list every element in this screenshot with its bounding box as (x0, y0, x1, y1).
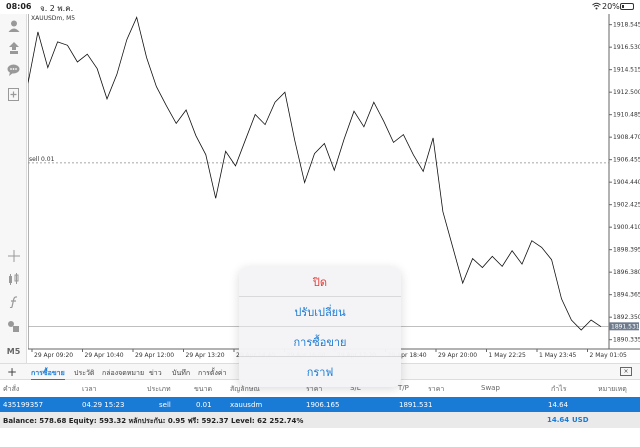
header-order: คำสั่ง (3, 385, 20, 393)
y-tick-label: 1904.440 (613, 179, 640, 186)
tab-settings[interactable]: การตั้งค่า (198, 368, 227, 379)
row-symbol: xauusdm (230, 401, 263, 409)
balance-bar: Balance: 578.68 Equity: 593.32 หลักประกั… (0, 412, 640, 428)
y-tick-label: 1890.335 (613, 337, 640, 344)
tab-trade[interactable]: การซื้อขาย (31, 368, 65, 380)
y-tick-label: 1896.380 (613, 269, 640, 276)
y-tick-label: 1892.350 (613, 314, 640, 321)
y-tick-label: 1918.545 (613, 22, 640, 29)
battery-percent: 20% (602, 2, 620, 11)
x-tick-label: 1 May 22:25 (489, 352, 527, 359)
battery-level-fill (622, 5, 625, 8)
timeframe-button[interactable]: M5 (0, 341, 27, 361)
symbol-label: XAUUSDm, M5 (31, 15, 76, 22)
header-profit: กำไร (551, 385, 567, 393)
trade-icon[interactable] (0, 38, 27, 58)
modify-order-button[interactable]: ปรับเปลี่ยน (239, 297, 401, 327)
row-size: 0.01 (196, 401, 212, 409)
header-time: เวลา (82, 385, 97, 393)
y-tick-label: 1910.485 (613, 112, 640, 119)
row-profit: 14.64 (548, 401, 569, 409)
table-row[interactable]: 435199357 04.29 15:23 sell 0.01 xauusdm … (0, 397, 640, 412)
row-type: sell (159, 401, 171, 409)
current-price-tag: 1891.531 (609, 322, 640, 331)
order-action-menu: ปิด ปรับเปลี่ยน การซื้อขาย กราฟ (239, 267, 401, 387)
y-tick-label: 1916.530 (613, 44, 640, 51)
header-swap: Swap (481, 384, 500, 392)
y-tick-label: 1914.515 (613, 67, 640, 74)
header-comment: หมายเหตุ (598, 385, 627, 393)
add-doc-icon[interactable] (0, 84, 27, 104)
x-tick-label: 2 May 01:05 (590, 352, 628, 359)
new-order-plus-icon[interactable]: + (7, 365, 17, 379)
chart-button[interactable]: กราฟ (239, 357, 401, 387)
status-bar: 08:06 จ. 2 พ.ค. 20% (0, 0, 640, 14)
y-tick-label: 1898.395 (613, 247, 640, 254)
row-open-price: 1906.165 (306, 401, 340, 409)
close-terminal-icon[interactable]: × (620, 367, 632, 376)
tab-history[interactable]: ประวัติ (74, 368, 94, 379)
currency-label: USD (572, 416, 589, 424)
function-icon[interactable] (0, 292, 27, 312)
x-tick-label: 29 Apr 20:00 (438, 352, 477, 359)
y-tick-label: 1912.500 (613, 89, 640, 96)
row-price: 1891.531 (399, 401, 433, 409)
tab-journal[interactable]: บันทึก (172, 368, 190, 379)
status-time: 08:06 (6, 2, 32, 11)
x-tick-label: 29 Apr 10:40 (85, 352, 124, 359)
header-type: ประเภท (147, 385, 171, 393)
indicators-icon[interactable] (0, 269, 27, 289)
y-tick-label: 1900.410 (613, 224, 640, 231)
y-tick-label: 1908.470 (613, 134, 640, 141)
total-profit: 14.64 (547, 416, 570, 424)
chart-toolbar: M5 (0, 14, 27, 363)
order-line-label: sell 0.01 (29, 156, 55, 163)
x-tick-label: 29 Apr 09:20 (34, 352, 73, 359)
crosshair-icon[interactable] (0, 246, 27, 266)
close-order-button[interactable]: ปิด (239, 267, 401, 297)
header-price: ราคา (428, 385, 445, 393)
balance-summary: Balance: 578.68 Equity: 593.32 หลักประกั… (3, 417, 304, 425)
x-tick-label: 29 Apr 12:00 (135, 352, 174, 359)
row-time: 04.29 15:23 (82, 401, 125, 409)
person-icon[interactable] (0, 16, 27, 36)
chat-icon[interactable] (0, 60, 27, 80)
header-size: ขนาด (194, 385, 213, 393)
y-tick-label: 1894.365 (613, 292, 640, 299)
svg-text:1891.531: 1891.531 (611, 323, 640, 330)
x-tick-label: 1 May 23:45 (539, 352, 577, 359)
new-trade-button[interactable]: การซื้อขาย (239, 327, 401, 357)
y-tick-label: 1902.425 (613, 202, 640, 209)
y-axis-ticks: 1918.545 1916.530 1914.515 1912.500 1910.485… (609, 22, 640, 344)
tab-news[interactable]: ข่าว (149, 368, 162, 379)
x-tick-label: 29 Apr 13:20 (186, 352, 225, 359)
row-order: 435199357 (3, 401, 44, 409)
battery-icon (620, 3, 634, 10)
y-tick-label: 1906.455 (613, 157, 640, 164)
wifi-icon (592, 2, 601, 12)
bottom-area (0, 428, 640, 447)
tab-mailbox[interactable]: กล่องจดหมาย (102, 368, 144, 379)
objects-icon[interactable] (0, 316, 27, 336)
